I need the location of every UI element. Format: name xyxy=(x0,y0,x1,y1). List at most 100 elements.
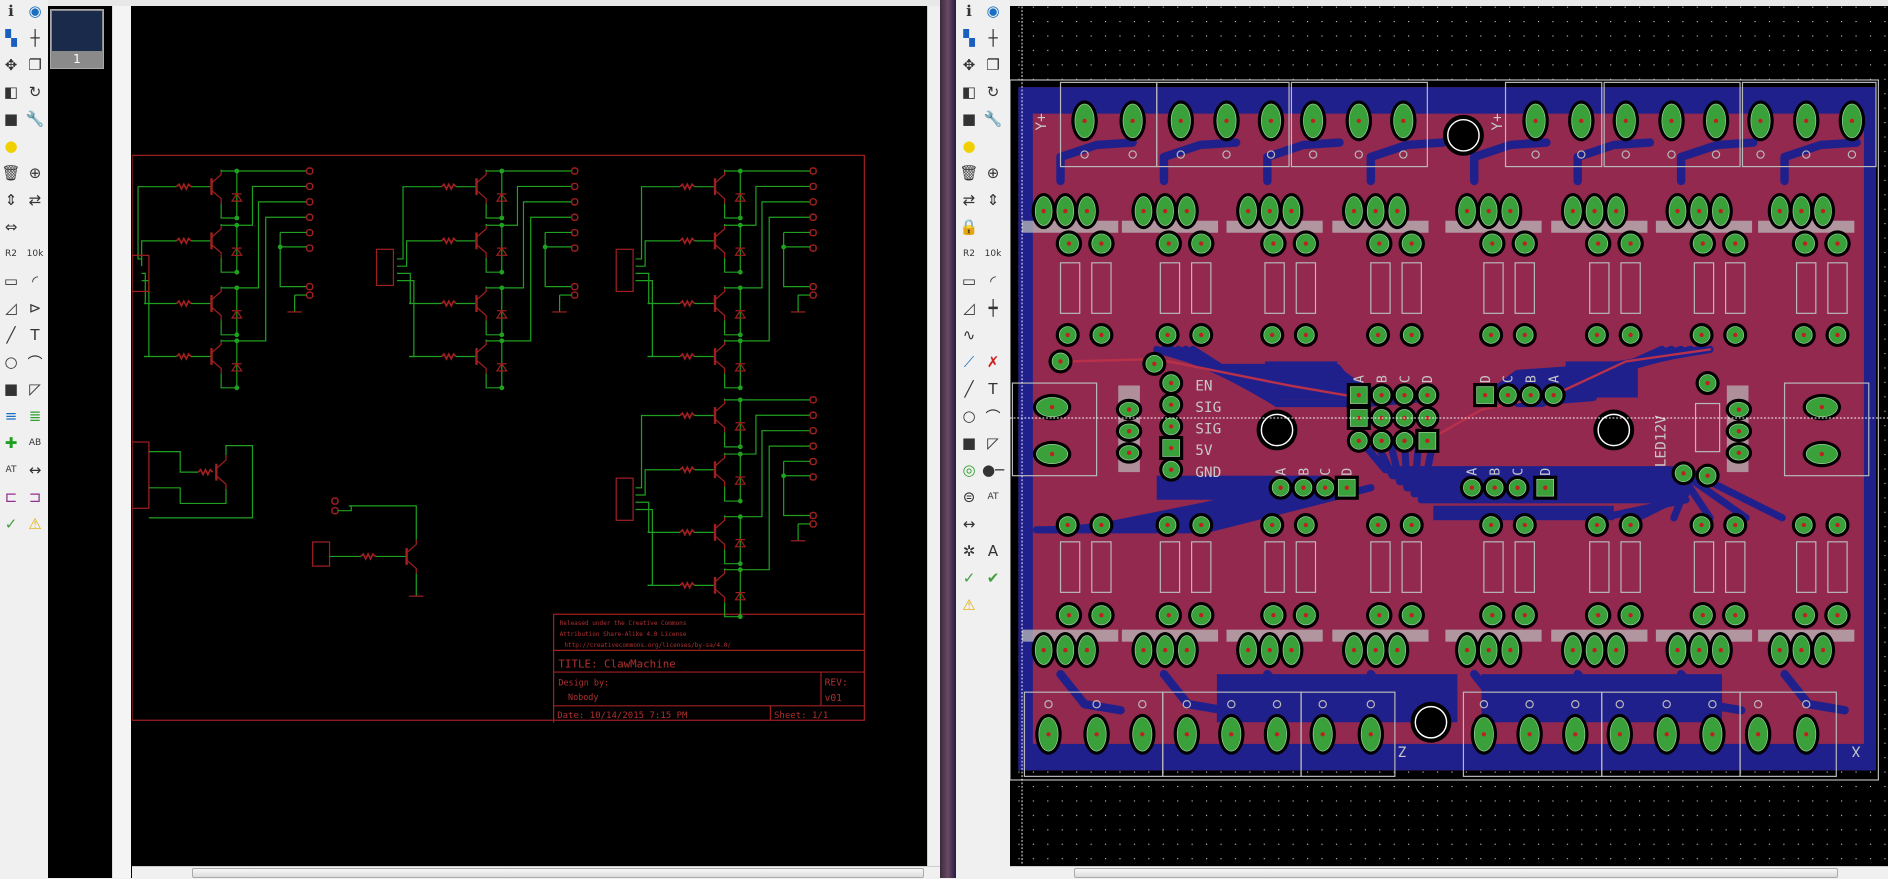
paste-icon[interactable]: ● xyxy=(0,135,22,157)
group-icon[interactable]: ■ xyxy=(0,108,22,130)
part-icon[interactable]: ⊐ xyxy=(24,486,46,508)
show-icon[interactable]: ◉ xyxy=(24,0,46,22)
resistor xyxy=(679,299,696,308)
junction-icon[interactable]: ✚ xyxy=(0,432,22,454)
value-icon[interactable]: 10k xyxy=(24,243,46,265)
optimize-icon[interactable]: ┿ xyxy=(982,297,1004,319)
arc-icon[interactable]: ⌒ xyxy=(24,351,46,373)
board-canvas[interactable]: EN SIG SIG 5V GND LED12V Y+ Y+ Z X ABCDD… xyxy=(1009,6,1888,866)
transistor-emitter xyxy=(714,244,726,258)
attribute-icon[interactable]: AT xyxy=(982,486,1004,508)
pinswap-icon[interactable]: ⇕ xyxy=(0,189,22,211)
info-icon[interactable]: ℹ xyxy=(958,0,980,22)
text-icon[interactable]: T xyxy=(982,378,1004,400)
polygon-icon[interactable]: ◸ xyxy=(982,432,1004,454)
ripup-icon[interactable]: ✗ xyxy=(982,351,1004,373)
smash-icon[interactable]: ▭ xyxy=(958,270,980,292)
junction xyxy=(234,332,240,338)
drc-icon[interactable]: ✔ xyxy=(982,567,1004,589)
delete-icon[interactable]: 🗑 xyxy=(958,162,980,184)
group-icon[interactable]: ■ xyxy=(958,108,980,130)
name-icon[interactable]: R2 xyxy=(0,243,22,265)
move-icon[interactable]: ✥ xyxy=(958,54,980,76)
copy-icon[interactable]: ❐ xyxy=(982,54,1004,76)
sheet-panel: 1 xyxy=(48,0,132,878)
attribute-icon[interactable]: AT xyxy=(0,459,22,481)
errors-icon[interactable]: ⚠ xyxy=(958,594,980,616)
drill-hole xyxy=(1592,647,1597,653)
signal-icon[interactable]: ●─ xyxy=(982,459,1004,481)
miter-icon[interactable]: ◜ xyxy=(24,270,46,292)
text-icon[interactable]: T xyxy=(24,324,46,346)
replace-icon[interactable]: ⇄ xyxy=(958,189,980,211)
move-icon[interactable]: ✥ xyxy=(0,54,22,76)
circle-icon[interactable]: ○ xyxy=(958,405,980,427)
add-icon[interactable]: ⊕ xyxy=(982,162,1004,184)
show-icon[interactable]: ◉ xyxy=(982,0,1004,22)
ratsnest-icon[interactable]: ✲ xyxy=(958,540,980,562)
delete-icon[interactable]: 🗑 xyxy=(0,162,22,184)
drill-hole xyxy=(1799,647,1804,653)
scrollbar-thumb[interactable] xyxy=(192,868,924,878)
connector-pin xyxy=(809,457,817,466)
mark-icon[interactable]: ┼ xyxy=(982,27,1004,49)
sheet-thumbnail-1[interactable]: 1 xyxy=(50,9,104,69)
pinswap-icon[interactable]: ⇕ xyxy=(982,189,1004,211)
wire-icon[interactable]: ╱ xyxy=(958,378,980,400)
schematic-vertical-scrollbar[interactable] xyxy=(927,6,941,866)
layers-icon[interactable]: ▚ xyxy=(958,27,980,49)
net-icon[interactable]: ≣ xyxy=(24,405,46,427)
smash-icon[interactable]: ▭ xyxy=(0,270,22,292)
drill-hole xyxy=(1733,522,1738,528)
gateswap-icon[interactable]: ⇔ xyxy=(0,216,22,238)
rotate-icon[interactable]: ↻ xyxy=(24,81,46,103)
label-icon[interactable]: AB xyxy=(24,432,46,454)
frame-icon[interactable]: ⊏ xyxy=(0,486,22,508)
replace-icon[interactable]: ⇄ xyxy=(24,189,46,211)
via-icon[interactable]: ◎ xyxy=(958,459,980,481)
change-icon[interactable]: 🔧 xyxy=(24,108,46,130)
hole-icon[interactable]: ⊜ xyxy=(958,486,980,508)
autorouter-icon[interactable]: A xyxy=(982,540,1004,562)
paste-icon[interactable]: ● xyxy=(958,135,980,157)
value-icon[interactable]: 10k xyxy=(982,243,1004,265)
arc-icon[interactable]: ⌒ xyxy=(982,405,1004,427)
erc-icon[interactable]: ✓ xyxy=(0,513,22,535)
dimension-icon[interactable]: ↔ xyxy=(958,513,980,535)
mirror-icon[interactable]: ◧ xyxy=(958,81,980,103)
mark-icon[interactable]: ┼ xyxy=(24,27,46,49)
split-icon[interactable]: ◿ xyxy=(958,297,980,319)
circle-icon[interactable]: ○ xyxy=(0,351,22,373)
transistor-collector xyxy=(476,169,487,184)
layers-icon[interactable]: ▚ xyxy=(0,27,22,49)
invoke-icon[interactable]: ⊳ xyxy=(24,297,46,319)
route-icon[interactable]: ⟋ xyxy=(958,351,980,373)
bus-icon[interactable]: ≡ xyxy=(0,405,22,427)
scrollbar-thumb[interactable] xyxy=(1074,868,1838,878)
name-icon[interactable]: R2 xyxy=(958,243,980,265)
errors-icon[interactable]: ⚠ xyxy=(24,513,46,535)
split-icon[interactable]: ◿ xyxy=(0,297,22,319)
rect-icon[interactable]: ■ xyxy=(0,378,22,400)
mirror-icon[interactable]: ◧ xyxy=(0,81,22,103)
copy-icon[interactable]: ❐ xyxy=(24,54,46,76)
info-icon[interactable]: ℹ xyxy=(0,0,22,22)
drill-hole xyxy=(1522,332,1527,338)
dimension-icon[interactable]: ↔ xyxy=(24,459,46,481)
schematic-canvas[interactable]: Released under the Creative Commons Attr… xyxy=(131,6,927,866)
miter-icon[interactable]: ◜ xyxy=(982,270,1004,292)
polygon-icon[interactable]: ◸ xyxy=(24,378,46,400)
add-icon[interactable]: ⊕ xyxy=(24,162,46,184)
change-icon[interactable]: 🔧 xyxy=(982,108,1004,130)
wire-icon[interactable]: ╱ xyxy=(0,324,22,346)
schematic-horizontal-scrollbar[interactable] xyxy=(132,866,940,879)
rect-icon[interactable]: ■ xyxy=(958,432,980,454)
pin-label: B xyxy=(1489,468,1504,476)
drill-hole xyxy=(1617,732,1622,737)
rotate-icon[interactable]: ↻ xyxy=(982,81,1004,103)
board-horizontal-scrollbar[interactable] xyxy=(1010,866,1888,879)
sheet-panel-scrollbar[interactable] xyxy=(112,6,131,878)
lock-icon[interactable]: 🔒 xyxy=(958,216,980,238)
meander-icon[interactable]: ∿ xyxy=(958,324,980,346)
erc-icon[interactable]: ✓ xyxy=(958,567,980,589)
